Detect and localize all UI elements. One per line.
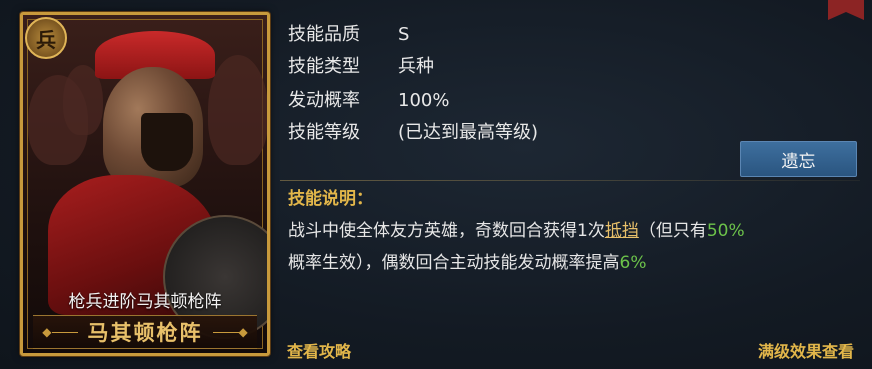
info-label: 发动概率 <box>288 90 360 111</box>
info-row-type: 技能类型 兵种 <box>288 52 434 78</box>
skill-description: 战斗中使全体友方英雄，奇数回合获得1次抵挡（但只有50% 概率生效），偶数回合主动… <box>288 215 853 279</box>
info-value: S <box>398 24 410 45</box>
ornament-diamond-icon: ◆ <box>42 325 52 339</box>
ornament-diamond-icon: ◆ <box>238 325 248 339</box>
description-title: 技能说明： <box>288 189 373 209</box>
view-guide-link[interactable]: 查看攻略 <box>287 338 351 362</box>
info-label: 技能等级 <box>288 122 360 143</box>
info-value: 兵种 <box>398 56 434 77</box>
view-max-effect-link[interactable]: 满级效果查看 <box>758 338 854 362</box>
info-row-quality: 技能品质 S <box>288 20 409 46</box>
card-title-bar: ◆ 马其顿枪阵 ◆ <box>33 315 257 349</box>
ornament-line <box>51 331 78 333</box>
info-row-probability: 发动概率 100% <box>288 86 449 112</box>
description-text: 战斗中使全体友方英雄，奇数回合获得1次 <box>288 221 605 241</box>
helmet-visor <box>141 113 193 171</box>
card-title: 马其顿枪阵 <box>87 321 203 345</box>
info-label: 技能类型 <box>288 56 360 77</box>
background-soldier <box>208 55 267 165</box>
skill-card: 兵 枪兵进阶马其顿枪阵 ◆ 马其顿枪阵 ◆ <box>20 12 270 356</box>
description-text: 概率生效），偶数回合主动技能发动概率提高 <box>288 253 620 273</box>
probability-value: 50% <box>706 221 745 241</box>
keyword-block-link[interactable]: 抵挡 <box>605 221 639 241</box>
ornament-line <box>212 331 239 333</box>
description-text: （但只有 <box>638 221 707 241</box>
info-row-level: 技能等级 (已达到最高等级) <box>288 118 538 144</box>
bonus-value: 6% <box>619 253 647 273</box>
forget-button[interactable]: 遗忘 <box>740 141 857 177</box>
info-label: 技能品质 <box>288 24 360 45</box>
card-subtitle: 枪兵进阶马其顿枪阵 <box>68 292 222 312</box>
divider <box>280 180 860 181</box>
info-value: 100% <box>398 90 450 111</box>
corner-ribbon <box>828 0 864 20</box>
troop-type-badge-icon: 兵 <box>25 17 67 59</box>
info-value: (已达到最高等级) <box>398 122 539 143</box>
